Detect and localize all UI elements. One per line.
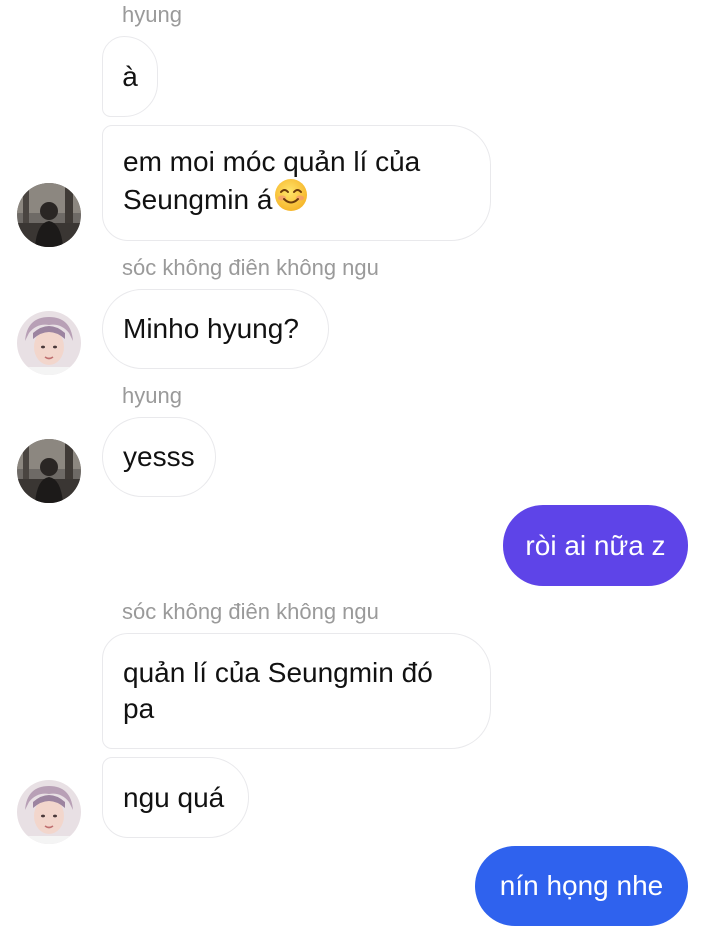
message-bubble-incoming[interactable]: yesss — [102, 417, 216, 497]
avatar-hyung[interactable] — [17, 439, 81, 503]
message-text: ròi ai nữa z — [525, 529, 666, 561]
smiling-face-emoji-icon — [274, 178, 308, 221]
avatar-soc[interactable] — [17, 780, 81, 844]
message-bubble-incoming[interactable]: Minho hyung? — [102, 289, 329, 369]
sender-name: hyung — [122, 383, 182, 408]
message-text: à — [122, 60, 138, 92]
message-bubble-incoming[interactable]: em moi móc quản lí của Seungmin á — [102, 125, 491, 241]
message-text-line2: pa — [123, 693, 155, 724]
sender-name: sóc không điên không ngu — [122, 599, 379, 624]
message-bubble-outgoing[interactable]: nín họng nhe — [475, 846, 688, 926]
message-bubble-outgoing[interactable]: ròi ai nữa z — [503, 505, 688, 586]
chat-thread: hyung à em moi móc quản lí của Seungmin … — [0, 0, 707, 926]
sender-name: sóc không điên không ngu — [122, 255, 379, 280]
avatar-soc[interactable] — [17, 311, 81, 375]
message-bubble-incoming[interactable]: quản lí của Seungmin đó pa — [102, 633, 491, 749]
message-text-line2: Seungmin á — [123, 183, 273, 215]
message-text: quản lí của Seungmin đó — [123, 657, 433, 688]
message-bubble-incoming[interactable]: à — [102, 36, 158, 117]
sender-name: hyung — [122, 2, 182, 27]
avatar-hyung[interactable] — [17, 183, 81, 247]
message-text: yesss — [123, 441, 195, 472]
message-text: em moi móc quản lí của — [123, 145, 421, 177]
message-text: nín họng nhe — [499, 870, 664, 901]
message-text: Minho hyung? — [123, 313, 299, 344]
message-text: ngu quá — [123, 781, 225, 813]
message-bubble-incoming[interactable]: ngu quá — [102, 757, 249, 838]
